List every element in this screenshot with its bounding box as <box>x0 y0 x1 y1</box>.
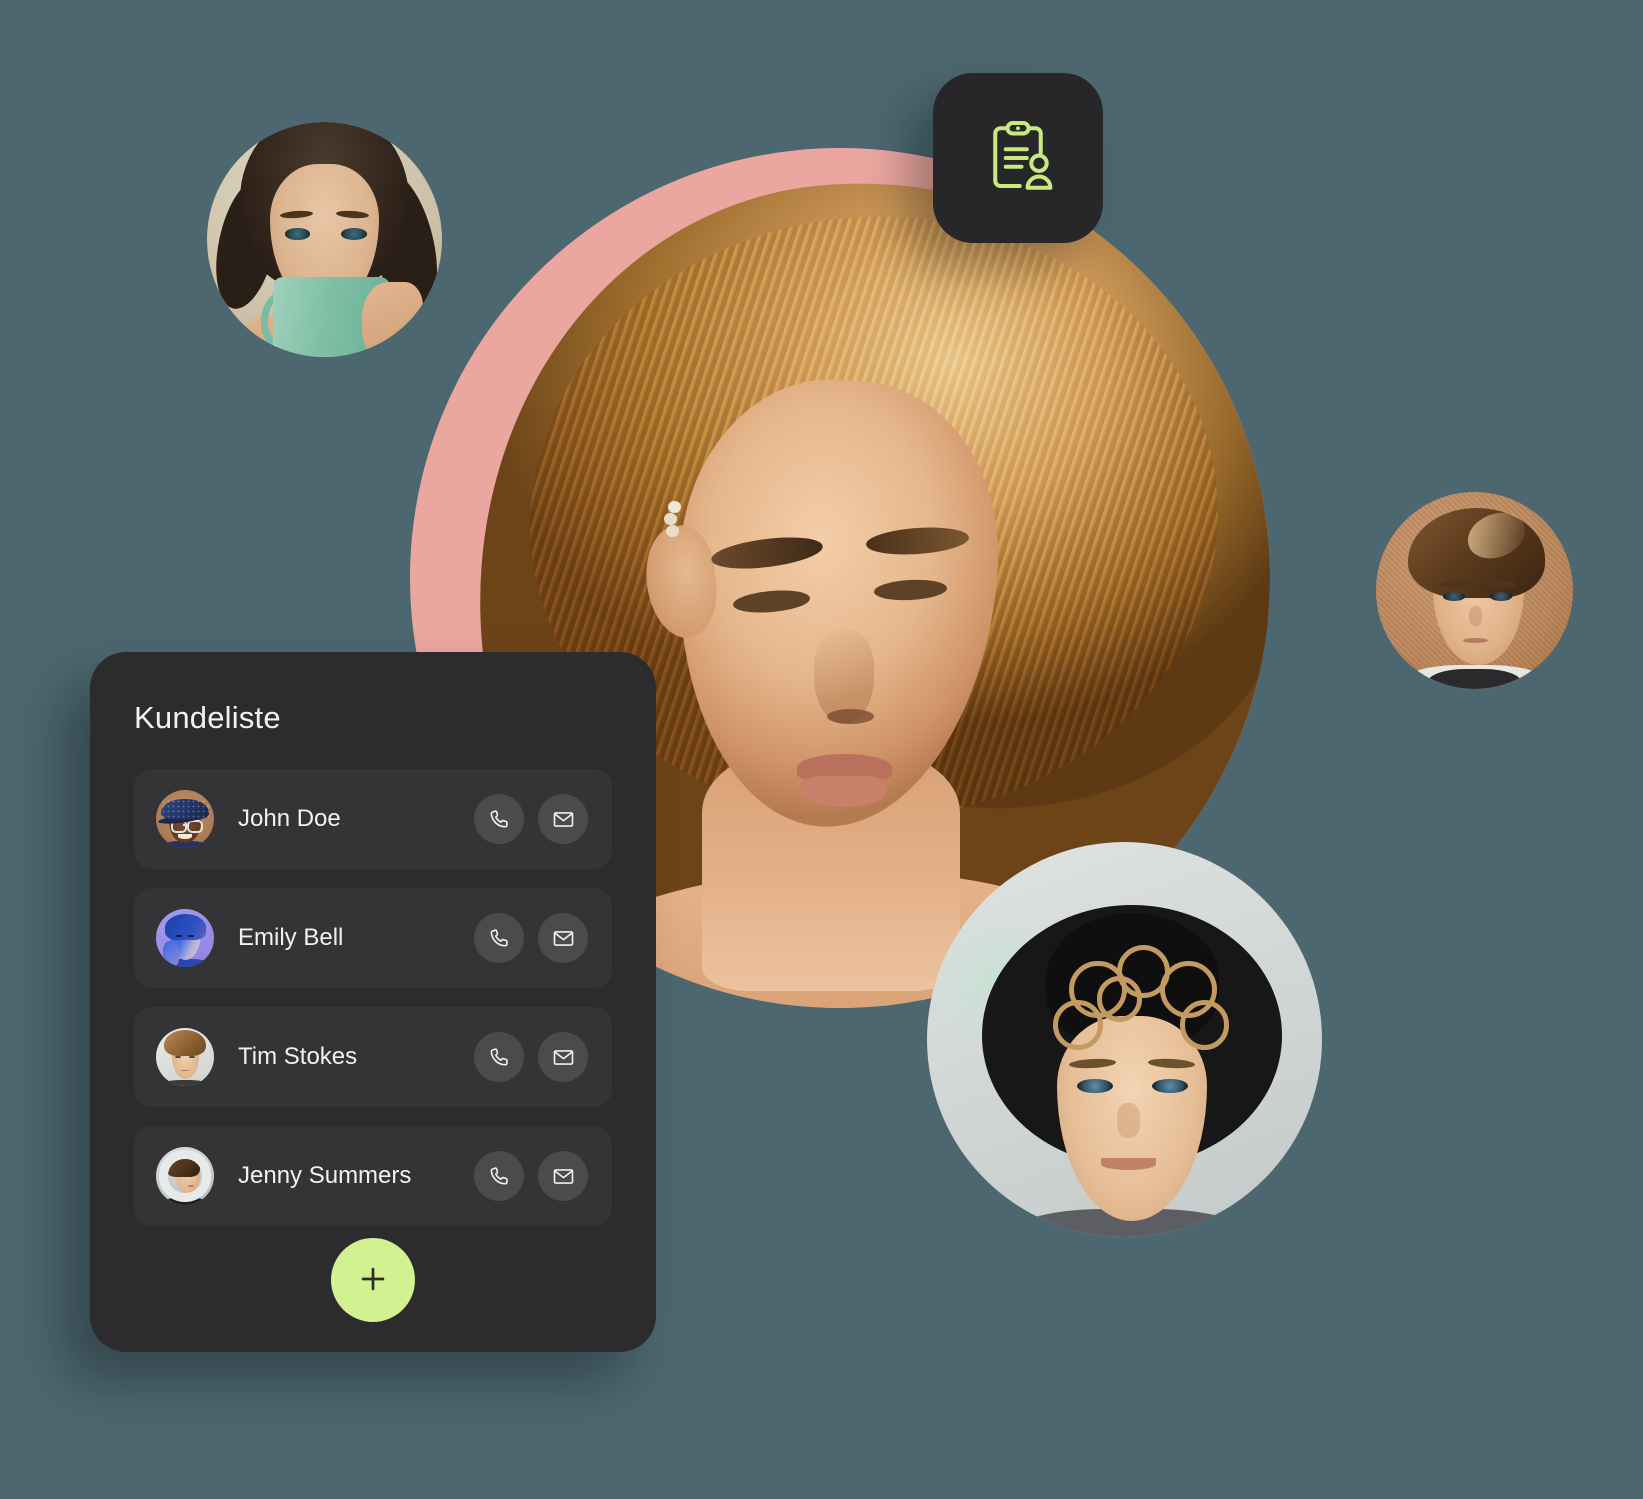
avatar-woman-mug <box>207 122 442 357</box>
avatar <box>156 790 214 848</box>
avatar <box>156 1028 214 1086</box>
phone-icon <box>488 1046 511 1069</box>
call-button[interactable] <box>474 913 524 963</box>
contact-row[interactable]: Emily Bell <box>134 888 612 988</box>
contact-actions <box>474 1032 588 1082</box>
email-button[interactable] <box>538 794 588 844</box>
contact-list: John Doe Emily Bell Tim Stokes Jenny Sum… <box>134 769 612 1226</box>
kundeliste-card: Kundeliste John Doe Emily Bell Tim Stoke… <box>90 652 656 1352</box>
contact-name: Tim Stokes <box>238 1043 358 1070</box>
contact-name: Jenny Summers <box>238 1162 412 1189</box>
avatar-young-man <box>1376 492 1573 689</box>
contact-row[interactable]: Tim Stokes <box>134 1007 612 1107</box>
envelope-icon <box>552 927 575 950</box>
envelope-icon <box>552 1165 575 1188</box>
phone-icon <box>488 808 511 831</box>
card-title: Kundeliste <box>134 700 281 735</box>
phone-icon <box>488 1165 511 1188</box>
avatar <box>156 909 214 967</box>
add-contact-button[interactable] <box>331 1238 415 1322</box>
call-button[interactable] <box>474 1151 524 1201</box>
envelope-icon <box>552 808 575 831</box>
contact-name: John Doe <box>238 805 341 832</box>
clipboard-badge[interactable] <box>933 73 1103 243</box>
email-button[interactable] <box>538 1032 588 1082</box>
clipboard-user-icon <box>976 116 1060 200</box>
contact-actions <box>474 1151 588 1201</box>
contact-actions <box>474 794 588 844</box>
plus-icon <box>356 1262 390 1299</box>
phone-icon <box>488 927 511 950</box>
call-button[interactable] <box>474 794 524 844</box>
email-button[interactable] <box>538 1151 588 1201</box>
email-button[interactable] <box>538 913 588 963</box>
contact-row[interactable]: John Doe <box>134 769 612 869</box>
avatar-man-hat <box>927 842 1322 1237</box>
contact-actions <box>474 913 588 963</box>
contact-row[interactable]: Jenny Summers <box>134 1126 612 1226</box>
envelope-icon <box>552 1046 575 1069</box>
hero-lip-bottom <box>801 775 888 807</box>
call-button[interactable] <box>474 1032 524 1082</box>
illustration-stage: Kundeliste John Doe Emily Bell Tim Stoke… <box>0 0 1643 1499</box>
avatar <box>156 1147 214 1205</box>
contact-name: Emily Bell <box>238 924 344 951</box>
